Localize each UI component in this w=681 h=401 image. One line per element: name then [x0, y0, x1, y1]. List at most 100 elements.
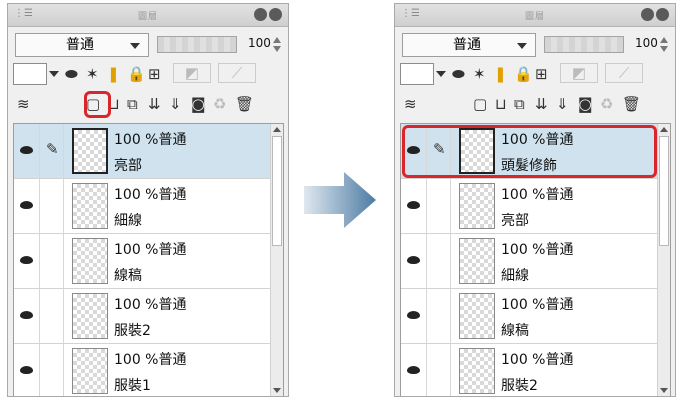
clip-icon[interactable]: ⬬: [65, 65, 78, 83]
layer-row[interactable]: 100 %普通 服裝1: [14, 344, 272, 396]
mask-layer-icon[interactable]: ◙: [578, 95, 593, 113]
arrow-right-icon: [304, 172, 376, 228]
eye-icon[interactable]: [407, 366, 420, 374]
layer-row[interactable]: 100 %普通 線稿: [14, 234, 272, 289]
new-folder-icon[interactable]: ⧉: [127, 95, 138, 113]
layer-row[interactable]: 100 %普通 服裝2: [401, 344, 659, 396]
chevron-down-icon: [517, 43, 527, 49]
reference-icon[interactable]: ✶: [86, 65, 99, 83]
opacity-stepper[interactable]: [273, 36, 282, 53]
eye-icon[interactable]: [20, 311, 33, 319]
highlight-new-layer-button: [84, 91, 111, 118]
close-icon[interactable]: [269, 8, 282, 21]
panel-titlebar: ⋮☰ 圖層: [395, 4, 675, 27]
trash-icon[interactable]: 🗑: [622, 95, 641, 113]
eye-icon[interactable]: [20, 256, 33, 264]
apply-mask-icon[interactable]: ♻: [213, 95, 226, 113]
blend-mode-value: 普通: [453, 37, 481, 53]
eye-icon[interactable]: [20, 146, 33, 154]
opacity-value: 100: [635, 36, 658, 50]
panel-titlebar: ⋮☰ 圖層: [8, 4, 288, 27]
opacity-value: 100: [248, 36, 271, 50]
opacity-slider[interactable]: [157, 36, 237, 53]
layer-panel-before: ⋮☰ 圖層 普通 100 ⬬ ✶ ❚ 🔒 ⊞ ◩ ⟋ ≋ ▢ ⊔ ⧉ ⇊ ⇓ ◙…: [7, 3, 289, 397]
minimize-icon[interactable]: [641, 8, 654, 21]
layer-thumbnail: [72, 293, 108, 339]
chevron-down-icon: [130, 43, 140, 49]
layer-name: 服裝2: [501, 378, 538, 394]
layer-name: 線稿: [501, 323, 529, 339]
apply-mask-icon[interactable]: ♻: [600, 95, 613, 113]
layer-opacity-mode: 100 %普通: [114, 132, 187, 148]
close-icon[interactable]: [656, 8, 669, 21]
eye-icon[interactable]: [20, 366, 33, 374]
opacity-slider[interactable]: [544, 36, 624, 53]
layer-row[interactable]: 100 %普通 服裝2: [14, 289, 272, 344]
layer-name: 線稿: [114, 268, 142, 284]
eye-icon[interactable]: [20, 201, 33, 209]
layer-opacity-mode: 100 %普通: [501, 352, 574, 368]
layers-menu-icon[interactable]: ≋: [404, 95, 417, 113]
draft-icon[interactable]: ❚: [494, 65, 507, 83]
blend-mode-select[interactable]: 普通: [15, 33, 149, 57]
draft-icon[interactable]: ❚: [107, 65, 120, 83]
layer-thumbnail: [459, 183, 495, 229]
clip-icon[interactable]: ⬬: [452, 65, 465, 83]
mask-icon[interactable]: ◩: [173, 63, 211, 83]
layer-opacity-mode: 100 %普通: [501, 242, 574, 258]
new-folder-icon[interactable]: ⧉: [514, 95, 525, 113]
blend-mode-select[interactable]: 普通: [402, 33, 536, 57]
layer-thumbnail: [72, 348, 108, 394]
merge-down-icon[interactable]: ⇓: [169, 95, 182, 113]
layer-row[interactable]: 100 %普通 細線: [14, 179, 272, 234]
layer-row[interactable]: 100 %普通 亮部: [401, 179, 659, 234]
lock-icon[interactable]: 🔒: [127, 65, 146, 83]
lock-alpha-icon[interactable]: ⊞: [535, 65, 548, 83]
eye-icon[interactable]: [407, 256, 420, 264]
blend-mode-value: 普通: [66, 37, 94, 53]
lock-icon[interactable]: 🔒: [514, 65, 533, 83]
layer-name: 服裝1: [114, 378, 151, 394]
lock-alpha-icon[interactable]: ⊞: [148, 65, 161, 83]
layer-opacity-mode: 100 %普通: [114, 242, 187, 258]
transfer-down-icon[interactable]: ⇊: [148, 95, 161, 113]
layer-thumbnail: [459, 293, 495, 339]
ruler-icon[interactable]: ⟋: [605, 63, 643, 83]
chevron-down-icon[interactable]: [436, 71, 446, 77]
highlight-new-layer-row: [402, 125, 657, 178]
ruler-icon[interactable]: ⟋: [218, 63, 256, 83]
layer-row[interactable]: 100 %普通 細線: [401, 234, 659, 289]
mask-icon[interactable]: ◩: [560, 63, 598, 83]
layer-list-scrollbar[interactable]: [270, 124, 283, 396]
chevron-down-icon[interactable]: [49, 71, 59, 77]
trash-icon[interactable]: 🗑: [235, 95, 254, 113]
layer-color-swatch[interactable]: [400, 63, 434, 85]
layer-opacity-mode: 100 %普通: [114, 352, 187, 368]
opacity-stepper[interactable]: [660, 36, 669, 53]
layers-menu-icon[interactable]: ≋: [17, 95, 30, 113]
panel-title: 圖層: [137, 12, 158, 22]
layer-list-scrollbar[interactable]: [657, 124, 670, 396]
layer-thumbnail: [72, 128, 108, 174]
eye-icon[interactable]: [407, 311, 420, 319]
minimize-icon[interactable]: [254, 8, 267, 21]
transfer-down-icon[interactable]: ⇊: [535, 95, 548, 113]
layer-opacity-mode: 100 %普通: [501, 297, 574, 313]
layer-row[interactable]: 100 %普通 線稿: [401, 289, 659, 344]
layer-list: ✎ 100 %普通 亮部 100 %普通 細線 100 %普通 線稿 100 %…: [13, 123, 284, 396]
new-vector-layer-icon[interactable]: ⊔: [495, 95, 507, 113]
layer-color-swatch[interactable]: [13, 63, 47, 85]
layer-row[interactable]: ✎ 100 %普通 亮部: [14, 124, 272, 179]
layer-opacity-mode: 100 %普通: [114, 297, 187, 313]
reference-icon[interactable]: ✶: [473, 65, 486, 83]
panel-title: 圖層: [524, 12, 545, 22]
eye-icon[interactable]: [407, 201, 420, 209]
merge-down-icon[interactable]: ⇓: [556, 95, 569, 113]
layer-panel-after: ⋮☰ 圖層 普通 100 ⬬ ✶ ❚ 🔒 ⊞ ◩ ⟋ ≋ ▢ ⊔ ⧉ ⇊ ⇓ ◙…: [394, 3, 676, 397]
mask-layer-icon[interactable]: ◙: [191, 95, 206, 113]
layer-thumbnail: [72, 238, 108, 284]
layer-thumbnail: [72, 183, 108, 229]
layer-name: 亮部: [114, 158, 142, 174]
new-raster-layer-icon[interactable]: ▢: [473, 95, 487, 113]
layer-name: 細線: [501, 268, 529, 284]
